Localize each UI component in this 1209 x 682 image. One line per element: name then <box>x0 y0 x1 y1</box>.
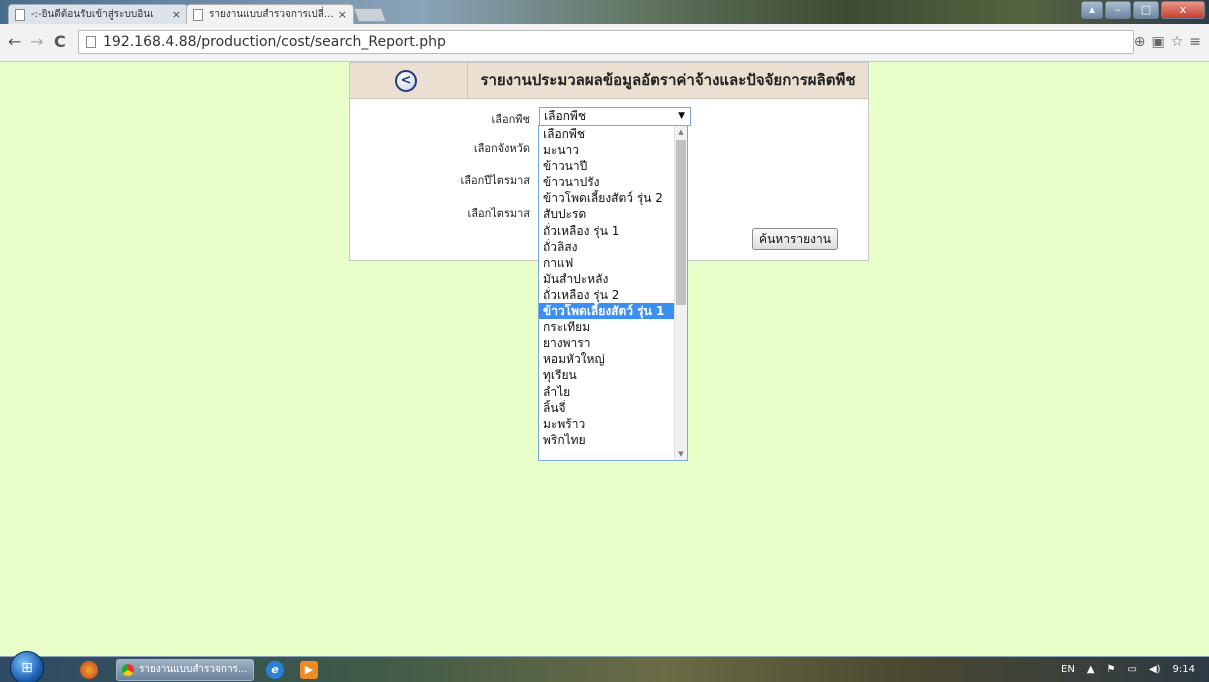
browser-titlebar: -:-ยินดีต้อนรับเข้าสู่ระบบอินเ × รายงานแ… <box>0 0 1209 24</box>
search-report-button[interactable]: ค้นหารายงาน <box>752 228 838 250</box>
bookmark-star-icon[interactable]: ☆ <box>1171 33 1184 51</box>
dropdown-option[interactable]: สับปะรด <box>539 206 674 222</box>
show-hidden-icons-icon[interactable]: ▲ <box>1087 662 1095 678</box>
dropdown-option[interactable]: ข้าวโพดเลี้ยงสัตว์ รุ่น 1 <box>539 303 674 320</box>
year-quarter-label: เลือกปีไตรมาส <box>460 174 530 187</box>
window-controls: ▴ – □ x <box>1081 1 1205 19</box>
dropdown-option[interactable]: ข้าวนาปี <box>539 158 674 174</box>
dropdown-option[interactable]: ถั่วเหลือง รุ่น 2 <box>539 287 674 303</box>
dropdown-option[interactable]: มันสำปะหลัง <box>539 271 674 287</box>
dropdown-option[interactable]: เลือกพืช <box>539 126 674 142</box>
dropdown-option[interactable]: พริกไทย <box>539 432 674 448</box>
dropdown-option[interactable]: ทุเรียน <box>539 367 674 383</box>
scroll-down-icon[interactable]: ▼ <box>675 448 687 460</box>
forward-arrow-icon[interactable]: → <box>30 33 43 51</box>
minimize-button[interactable]: – <box>1105 1 1131 19</box>
tab-report[interactable]: รายงานแบบสำรวจการเปลี่ยนแ × <box>186 4 354 24</box>
back-cell: < <box>350 63 468 98</box>
windows-start-icon[interactable]: ⊞ <box>10 651 44 682</box>
media-player-icon[interactable]: ▶ <box>300 661 318 679</box>
url-text: 192.168.4.88/production/cost/search_Repo… <box>103 34 446 50</box>
dropdown-scrollbar[interactable]: ▲ ▼ <box>674 126 687 460</box>
dropdown-option[interactable]: ข้าวนาปรัง <box>539 174 674 190</box>
tab-welcome[interactable]: -:-ยินดีต้อนรับเข้าสู่ระบบอินเ × <box>8 4 188 24</box>
province-label: เลือกจังหวัด <box>473 142 530 155</box>
panel-header: < รายงานประมวลผลข้อมูลอัตราค่าจ้างและปัจ… <box>350 63 868 99</box>
address-bar[interactable]: 192.168.4.88/production/cost/search_Repo… <box>78 30 1134 54</box>
chevron-down-icon: ▼ <box>678 111 685 121</box>
back-circle-icon[interactable]: < <box>395 70 417 92</box>
crop-select-value: เลือกพืช <box>544 109 586 123</box>
dropdown-option[interactable]: กาแฟ <box>539 255 674 271</box>
clock[interactable]: 9:14 <box>1173 662 1195 678</box>
network-icon[interactable]: ▭ <box>1127 662 1136 678</box>
dropdown-option[interactable]: ลำไย <box>539 384 674 400</box>
tab-label: -:-ยินดีต้อนรับเข้าสู่ระบบอินเ <box>31 9 154 20</box>
zoom-icon[interactable]: ⊕ <box>1134 33 1146 51</box>
volume-icon[interactable]: ◀) <box>1149 662 1161 678</box>
page-icon <box>193 9 203 21</box>
browser-toolbar: ← → C 192.168.4.88/production/cost/searc… <box>0 24 1209 62</box>
maximize-button[interactable]: □ <box>1133 1 1159 19</box>
toolbar-actions: ⊕ ▣ ☆ ≡ <box>1134 33 1201 51</box>
internet-explorer-icon[interactable]: e <box>266 661 284 679</box>
user-icon[interactable]: ▴ <box>1081 1 1103 19</box>
page-icon <box>15 9 25 21</box>
back-arrow-icon[interactable]: ← <box>8 33 21 51</box>
os-taskbar: ⊞ รายงานแบบสำรวจการ... e ▶ EN ▲ ⚑ ▭ ◀) 9… <box>0 651 1209 682</box>
dropdown-option[interactable]: ยางพารา <box>539 335 674 351</box>
dropdown-option[interactable]: มะพร้าว <box>539 416 674 432</box>
scroll-up-icon[interactable]: ▲ <box>675 126 687 138</box>
dropdown-items: เลือกพืช มะนาว ข้าวนาปี ข้าวนาปรัง ข้าวโพดเล… <box>539 126 687 448</box>
taskbar-chrome-label: รายงานแบบสำรวจการ... <box>139 664 248 675</box>
dropdown-option[interactable]: กระเทียม <box>539 319 674 335</box>
page-title: รายงานประมวลผลข้อมูลอัตราค่าจ้างและปัจจั… <box>480 71 856 89</box>
new-tab-button[interactable] <box>353 8 387 22</box>
crop-label: เลือกพืช <box>491 113 530 126</box>
tab-label: รายงานแบบสำรวจการเปลี่ยนแ <box>209 9 337 20</box>
language-indicator[interactable]: EN <box>1061 662 1075 678</box>
scrollbar-thumb[interactable] <box>676 140 686 305</box>
close-window-button[interactable]: x <box>1161 1 1205 19</box>
dropdown-option[interactable]: ลิ้นจี่ <box>539 400 674 416</box>
translate-icon[interactable]: ▣ <box>1151 33 1164 51</box>
crop-dropdown-list[interactable]: เลือกพืช มะนาว ข้าวนาปี ข้าวนาปรัง ข้าวโพดเล… <box>538 125 688 461</box>
crop-select[interactable]: เลือกพืช ▼ <box>539 107 691 126</box>
dropdown-option[interactable]: ถั่วลิสง <box>539 239 674 255</box>
menu-icon[interactable]: ≡ <box>1189 33 1201 51</box>
dropdown-option[interactable]: ถั่วเหลือง รุ่น 1 <box>539 223 674 239</box>
system-tray: EN ▲ ⚑ ▭ ◀) 9:14 <box>1061 662 1195 678</box>
dropdown-option[interactable]: มะนาว <box>539 142 674 158</box>
dropdown-option[interactable]: หอมหัวใหญ่ <box>539 351 674 367</box>
dropdown-option[interactable]: ข้าวโพดเลี้ยงสัตว์ รุ่น 2 <box>539 190 674 206</box>
quarter-label: เลือกไตรมาส <box>467 207 531 220</box>
close-icon[interactable]: × <box>172 5 181 24</box>
taskbar-chrome-item[interactable]: รายงานแบบสำรวจการ... <box>116 659 254 681</box>
action-center-flag-icon[interactable]: ⚑ <box>1107 662 1116 678</box>
page-icon <box>86 36 96 48</box>
firefox-icon[interactable] <box>80 661 98 679</box>
chrome-icon <box>122 664 134 676</box>
reload-icon[interactable]: C <box>54 33 66 51</box>
close-icon[interactable]: × <box>338 5 347 24</box>
